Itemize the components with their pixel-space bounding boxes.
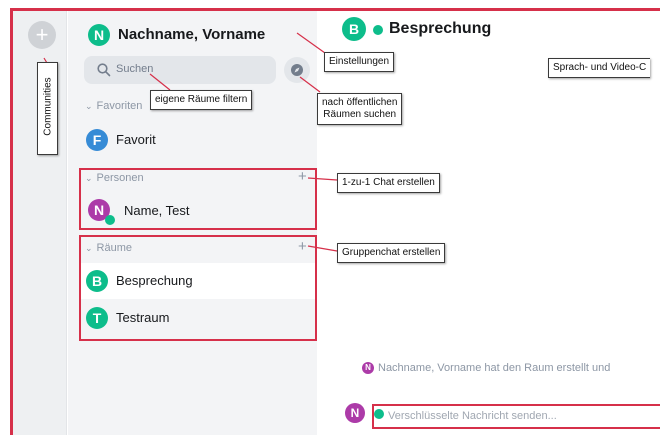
search-public-rooms-line2: Räumen suchen [323,109,397,120]
create-group-callout: Gruppenchat erstellen [337,243,446,263]
people-section-highlight [79,168,317,230]
communities-callout-text: Communities [42,77,54,136]
search-public-rooms-callout: nach öffentlichen Räumen suchen [317,93,403,125]
create-dm-callout: 1-zu-1 Chat erstellen [337,173,440,193]
search-public-rooms-line1: nach öffentlichen [322,97,398,108]
voice-video-callout: Sprach- und Video-C [548,58,651,78]
settings-callout: Einstellungen [324,52,395,72]
communities-callout: Communities [37,62,58,155]
rooms-section-highlight [79,235,317,341]
filter-rooms-callout: eigene Räume filtern [150,90,253,110]
